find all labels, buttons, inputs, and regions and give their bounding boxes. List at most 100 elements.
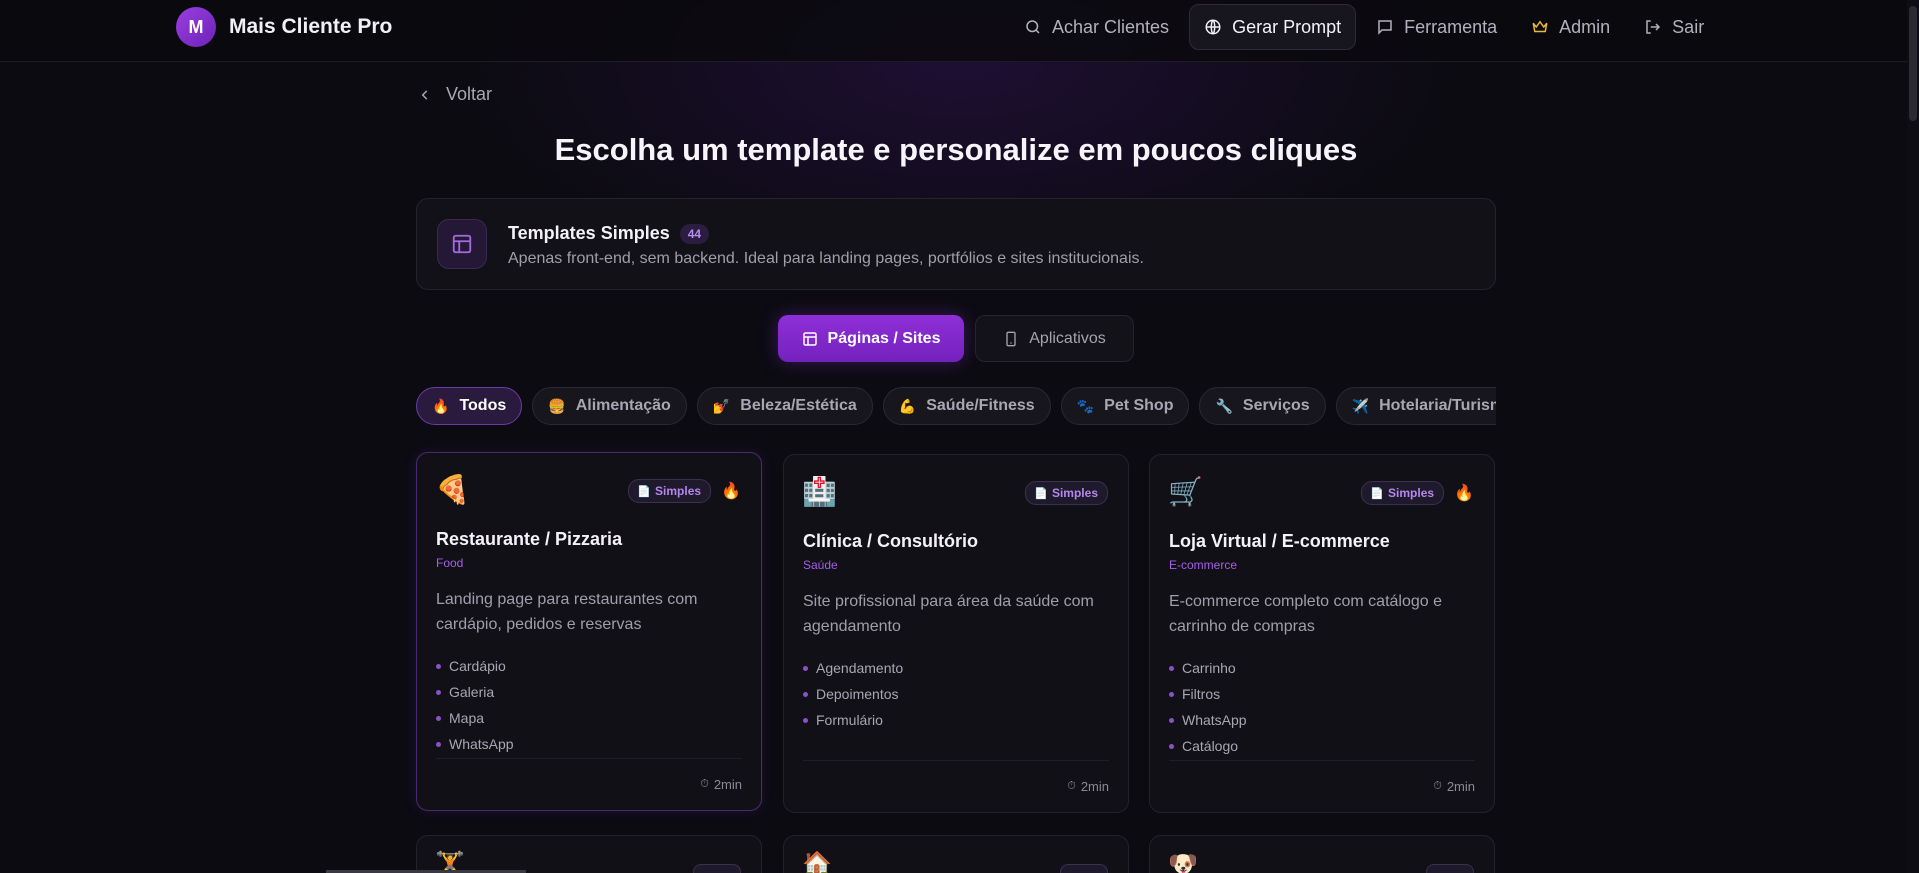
- filter-pet-shop[interactable]: 🐾 Pet Shop: [1060, 387, 1190, 425]
- logout-icon: [1644, 18, 1662, 36]
- card-description: Site profissional para área da saúde com…: [803, 593, 1094, 635]
- message-icon: [1376, 18, 1394, 36]
- burger-icon: 🍔: [548, 397, 566, 414]
- filter-alimentacao[interactable]: 🍔 Alimentação: [532, 387, 687, 425]
- muscle-icon: 💪: [898, 397, 917, 414]
- wrench-icon: 🔧: [1215, 397, 1233, 414]
- card-footer: ⏱ 2min: [1169, 760, 1475, 794]
- house-icon: 🏠: [802, 851, 832, 873]
- airplane-icon: ✈️: [1351, 397, 1370, 414]
- search-icon: [1024, 18, 1042, 36]
- filter-label: Serviços: [1242, 397, 1310, 414]
- main-nav: Achar Clientes Gerar Prompt Ferramenta A…: [1010, 4, 1724, 50]
- card-title: Loja Virtual / E-commerce: [1169, 531, 1390, 551]
- template-info-box: Templates Simples 44 Apenas front-end, s…: [416, 198, 1496, 290]
- nav-label: Sair: [1672, 16, 1705, 37]
- filter-label: Pet Shop: [1104, 397, 1174, 414]
- fire-icon: 🔥: [721, 483, 741, 500]
- nav-label: Ferramenta: [1404, 16, 1498, 37]
- info-title: Templates Simples 44: [508, 223, 710, 244]
- fire-icon: 🔥: [432, 397, 450, 414]
- layout-icon: [802, 331, 818, 347]
- nav-label: Achar Clientes: [1052, 16, 1170, 37]
- card-category: Food: [436, 556, 464, 570]
- crown-icon: [1531, 18, 1549, 36]
- brand[interactable]: M Mais Cliente Pro: [176, 7, 392, 47]
- filter-label: Alimentação: [575, 397, 671, 414]
- smartphone-icon: [1003, 331, 1019, 347]
- card-description: Landing page para restaurantes com cardá…: [436, 591, 698, 633]
- page-title: Escolha um template e personalize em pou…: [554, 132, 1358, 167]
- nav-achar-clientes[interactable]: Achar Clientes: [1010, 4, 1183, 50]
- badge-label: Simples: [1388, 486, 1435, 500]
- paw-icon: 🐾: [1076, 397, 1095, 414]
- document-icon: 📄: [1034, 487, 1048, 500]
- card-title: Clínica / Consultório: [803, 531, 979, 551]
- tab-label: Páginas / Sites: [827, 329, 941, 347]
- stopwatch-icon: ⏱: [700, 778, 709, 790]
- nail-polish-icon: 💅: [712, 397, 731, 414]
- nav-admin[interactable]: Admin: [1517, 4, 1624, 50]
- brand-logo: M: [176, 7, 216, 47]
- tab-label: Aplicativos: [1029, 329, 1106, 347]
- card-features: Cardápio Galeria Mapa WhatsApp: [436, 653, 514, 757]
- template-card-restaurante[interactable]: 🍕 📄 Simples 🔥 Restaurante / Pizzaria Foo…: [416, 452, 762, 811]
- filter-label: Beleza/Estética: [740, 397, 857, 414]
- nav-label: Admin: [1559, 16, 1611, 37]
- nav-label: Gerar Prompt: [1232, 16, 1342, 37]
- filter-hotelaria-turismo[interactable]: ✈️ Hotelaria/Turismo: [1335, 387, 1496, 425]
- simple-badge: 📄 Simples: [1025, 481, 1108, 505]
- tab-paginas-sites[interactable]: Páginas / Sites: [778, 315, 964, 362]
- filter-label: Todos: [459, 397, 507, 414]
- feature-item: Carrinho: [1169, 655, 1247, 681]
- card-tags: 📄 Simples: [1025, 481, 1108, 505]
- filter-label: Hotelaria/Turismo: [1379, 397, 1496, 414]
- feature-item: WhatsApp: [1169, 707, 1247, 733]
- time-label: 2min: [1446, 779, 1475, 794]
- simple-badge: [1060, 864, 1108, 873]
- filter-saude-fitness[interactable]: 💪 Saúde/Fitness: [882, 387, 1051, 425]
- nav-ferramenta[interactable]: Ferramenta: [1362, 4, 1511, 50]
- card-footer: ⏱ 2min: [436, 758, 742, 792]
- scrollbar[interactable]: [1907, 0, 1919, 873]
- feature-item: Cardápio: [436, 653, 514, 679]
- card-time: ⏱ 2min: [1067, 779, 1109, 794]
- chevron-left-icon: [418, 88, 432, 102]
- feature-item: Formulário: [803, 707, 903, 733]
- shopping-cart-icon: 🛒: [1168, 476, 1203, 507]
- back-label: Voltar: [446, 84, 493, 104]
- filter-servicos[interactable]: 🔧 Serviços: [1199, 387, 1326, 425]
- badge-label: Simples: [655, 484, 702, 498]
- feature-item: WhatsApp: [436, 731, 514, 757]
- nav-gerar-prompt[interactable]: Gerar Prompt: [1189, 4, 1357, 50]
- simple-badge: [1426, 864, 1474, 873]
- template-card-loja-virtual[interactable]: 🛒 📄 Simples 🔥 Loja Virtual / E-commerce …: [1149, 454, 1495, 813]
- hospital-icon: 🏥: [802, 476, 837, 507]
- layout-icon: [437, 219, 487, 269]
- template-card-partial[interactable]: 🏠: [783, 835, 1129, 873]
- template-card-clinica[interactable]: 🏥 📄 Simples Clínica / Consultório Saúde …: [783, 454, 1129, 813]
- card-features: Carrinho Filtros WhatsApp Catálogo: [1169, 655, 1247, 759]
- filter-todos[interactable]: 🔥 Todos: [416, 387, 523, 425]
- brand-name: Mais Cliente Pro: [229, 15, 393, 38]
- card-footer: ⏱ 2min: [803, 760, 1109, 794]
- feature-item: Catálogo: [1169, 733, 1247, 759]
- dog-icon: 🐶: [1168, 851, 1198, 873]
- card-time: ⏱ 2min: [1433, 779, 1475, 794]
- nav-sair[interactable]: Sair: [1630, 4, 1718, 50]
- template-card-partial[interactable]: 🐶: [1149, 835, 1495, 873]
- feature-item: Agendamento: [803, 655, 903, 681]
- card-title: Restaurante / Pizzaria: [436, 529, 623, 549]
- card-description: E-commerce completo com catálogo e carri…: [1169, 593, 1442, 635]
- card-features: Agendamento Depoimentos Formulário: [803, 655, 903, 733]
- stopwatch-icon: ⏱: [1067, 780, 1076, 792]
- pizza-icon: 🍕: [435, 474, 470, 505]
- fire-icon: 🔥: [1454, 485, 1474, 502]
- feature-item: Galeria: [436, 679, 514, 705]
- back-link[interactable]: Voltar: [418, 84, 492, 105]
- filter-beleza-estetica[interactable]: 💅 Beleza/Estética: [696, 387, 873, 425]
- scrollbar-thumb[interactable]: [1909, 6, 1917, 121]
- tab-aplicativos[interactable]: Aplicativos: [975, 315, 1134, 362]
- card-time: ⏱ 2min: [700, 777, 742, 792]
- template-card-partial[interactable]: 🏋️: [416, 835, 762, 873]
